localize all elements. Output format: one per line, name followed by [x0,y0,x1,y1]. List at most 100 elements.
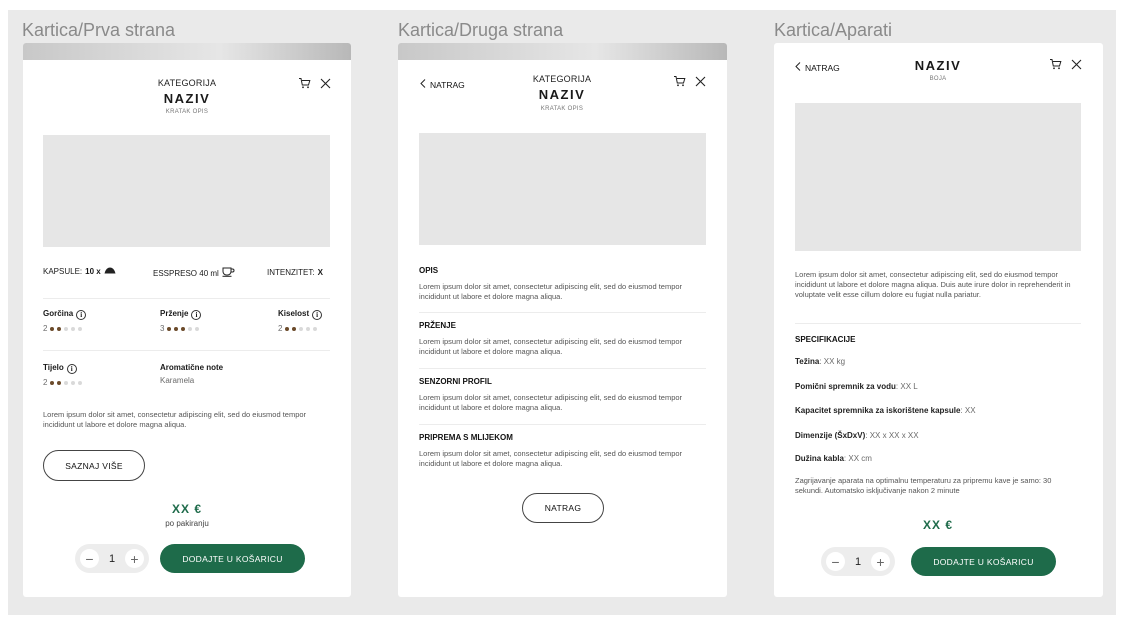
chevron-left-icon [420,79,426,90]
rating-dots [285,326,318,331]
section-text: Lorem ipsum dolor sit amet, consectetur … [419,282,683,301]
rating-dot [292,326,297,331]
product-image-placeholder [419,133,706,245]
spec-label: Težina [795,357,820,366]
section-title: PRIPREMA S MLIJEKOM [419,433,513,442]
intensity-value: X [317,268,323,277]
rating-przenje: Prženje i 3 [160,309,202,333]
info-icon[interactable]: i [191,310,202,320]
saznaj-vise-button[interactable]: SAZNAJ VIŠE [43,450,145,481]
product-image-placeholder [795,103,1081,251]
close-icon[interactable] [1069,57,1083,71]
rating-kiselost: Kiselost i 2 [278,309,323,333]
rating-dot [50,326,55,331]
rating-dot [57,326,62,331]
rating-dot [195,326,200,331]
aromatic-value: Karamela [160,376,195,385]
cart-icon[interactable] [1048,57,1062,71]
rating-dot [78,380,83,385]
add-to-cart-button[interactable]: DODAJTE U KOŠARICU [160,544,305,573]
minus-icon[interactable]: − [80,549,99,568]
rating-dot [57,380,62,385]
product-name: NAZIV [914,58,962,73]
rating-gorcina: Gorčina i 2 [43,309,87,333]
info-icon[interactable]: i [76,310,87,320]
rating-label: Tijelo [43,363,64,372]
section-priprema: PRIPREMA S MLIJEKOM Lorem ipsum dolor si… [419,433,706,469]
spec-label: Dužina kabla [795,454,844,463]
close-icon[interactable] [693,74,707,88]
info-icon[interactable]: i [312,310,323,320]
spec-spremnik: Pomični spremnik za vodu: XX L [795,382,918,391]
spec-value: : XX x XX x XX [865,431,919,440]
card-druga-strana: NATRAG KATEGORIJA NAZIV KRATAK OPIS OPIS… [398,43,727,597]
section-title: SENZORNI PROFIL [419,377,492,386]
rating-label: Kiselost [278,309,310,318]
product-name: NAZIV [163,91,211,106]
rating-dot [50,380,55,385]
spec-value: : XX L [895,382,918,391]
price: XX € [171,502,202,516]
section-opis: OPIS Lorem ipsum dolor sit amet, consect… [419,266,706,302]
plus-icon[interactable]: + [871,552,890,571]
capsule-count: KAPSULE: 10 x [43,267,116,276]
back-label: NATRAG [430,79,465,90]
section-title: PRŽENJE [419,321,456,330]
intensity: INTENZITET: X [267,268,323,277]
rating-value: 2 [278,324,283,333]
plus-icon[interactable]: + [125,549,144,568]
back-link[interactable]: NATRAG [795,62,840,73]
section-text: Lorem ipsum dolor sit amet, consectetur … [419,393,683,412]
rating-dot [167,326,172,331]
rating-value: 2 [43,324,48,333]
card-aparati: NATRAG NAZIV BOJA Lorem ipsum dolor sit … [774,43,1103,597]
spec-kapacitet: Kapacitet spremnika za iskorištene kapsu… [795,406,976,415]
frame-title-druga: Kartica/Druga strana [398,20,564,40]
rating-tijelo: Tijelo i 2 [43,363,83,387]
product-name: NAZIV [538,87,586,102]
cart-icon[interactable] [672,74,686,88]
rating-dot [174,326,179,331]
rating-label: Prženje [160,309,189,318]
short-description: KRATAK OPIS [165,109,209,115]
rating-dots [167,326,200,331]
divider [419,312,706,313]
minus-icon[interactable]: − [826,552,845,571]
capsule-value: 10 x [85,267,101,276]
short-description: KRATAK OPIS [540,106,584,112]
cart-icon[interactable] [297,76,311,90]
back-label: NATRAG [805,62,840,73]
section-text: Lorem ipsum dolor sit amet, consectetur … [419,337,683,356]
header-gradient [23,43,351,60]
rating-dot [306,326,311,331]
capsule-icon [104,267,116,276]
rating-dot [64,380,69,385]
chevron-left-icon [795,62,801,73]
quantity-stepper: − 1 + [75,544,149,573]
frame-title-aparati: Kartica/Aparati [774,20,893,40]
natrag-button[interactable]: NATRAG [522,493,604,523]
info-icon[interactable]: i [66,364,77,374]
rating-dot [71,326,76,331]
spec-label: Pomični spremnik za vodu [795,382,896,391]
spec-value: : XX kg [819,357,846,366]
add-to-cart-button[interactable]: DODAJTE U KOŠARICU [911,547,1056,576]
category-label: KATEGORIJA [532,74,592,84]
product-image-placeholder [43,135,330,247]
description-text: Lorem ipsum dolor sit amet, consectetur … [795,270,1071,299]
back-link[interactable]: NATRAG [420,79,465,90]
spec-label: Dimenzije (ŠxDxV) [795,431,866,440]
rating-dot [188,326,193,331]
spec-value: : XX [960,406,976,415]
espresso-size: ESSPRESO 40 ml [153,267,235,279]
price-unit: po pakiranju [165,519,209,528]
divider [43,298,330,299]
rating-dot [181,326,186,331]
divider [43,350,330,351]
spec-kabel: Dužina kabla: XX cm [795,454,872,463]
section-text: Lorem ipsum dolor sit amet, consectetur … [419,449,683,468]
quantity-value: 1 [854,555,862,568]
close-icon[interactable] [318,76,332,90]
spec-title: SPECIFIKACIJE [795,335,856,344]
section-senzorni: SENZORNI PROFIL Lorem ipsum dolor sit am… [419,377,706,413]
